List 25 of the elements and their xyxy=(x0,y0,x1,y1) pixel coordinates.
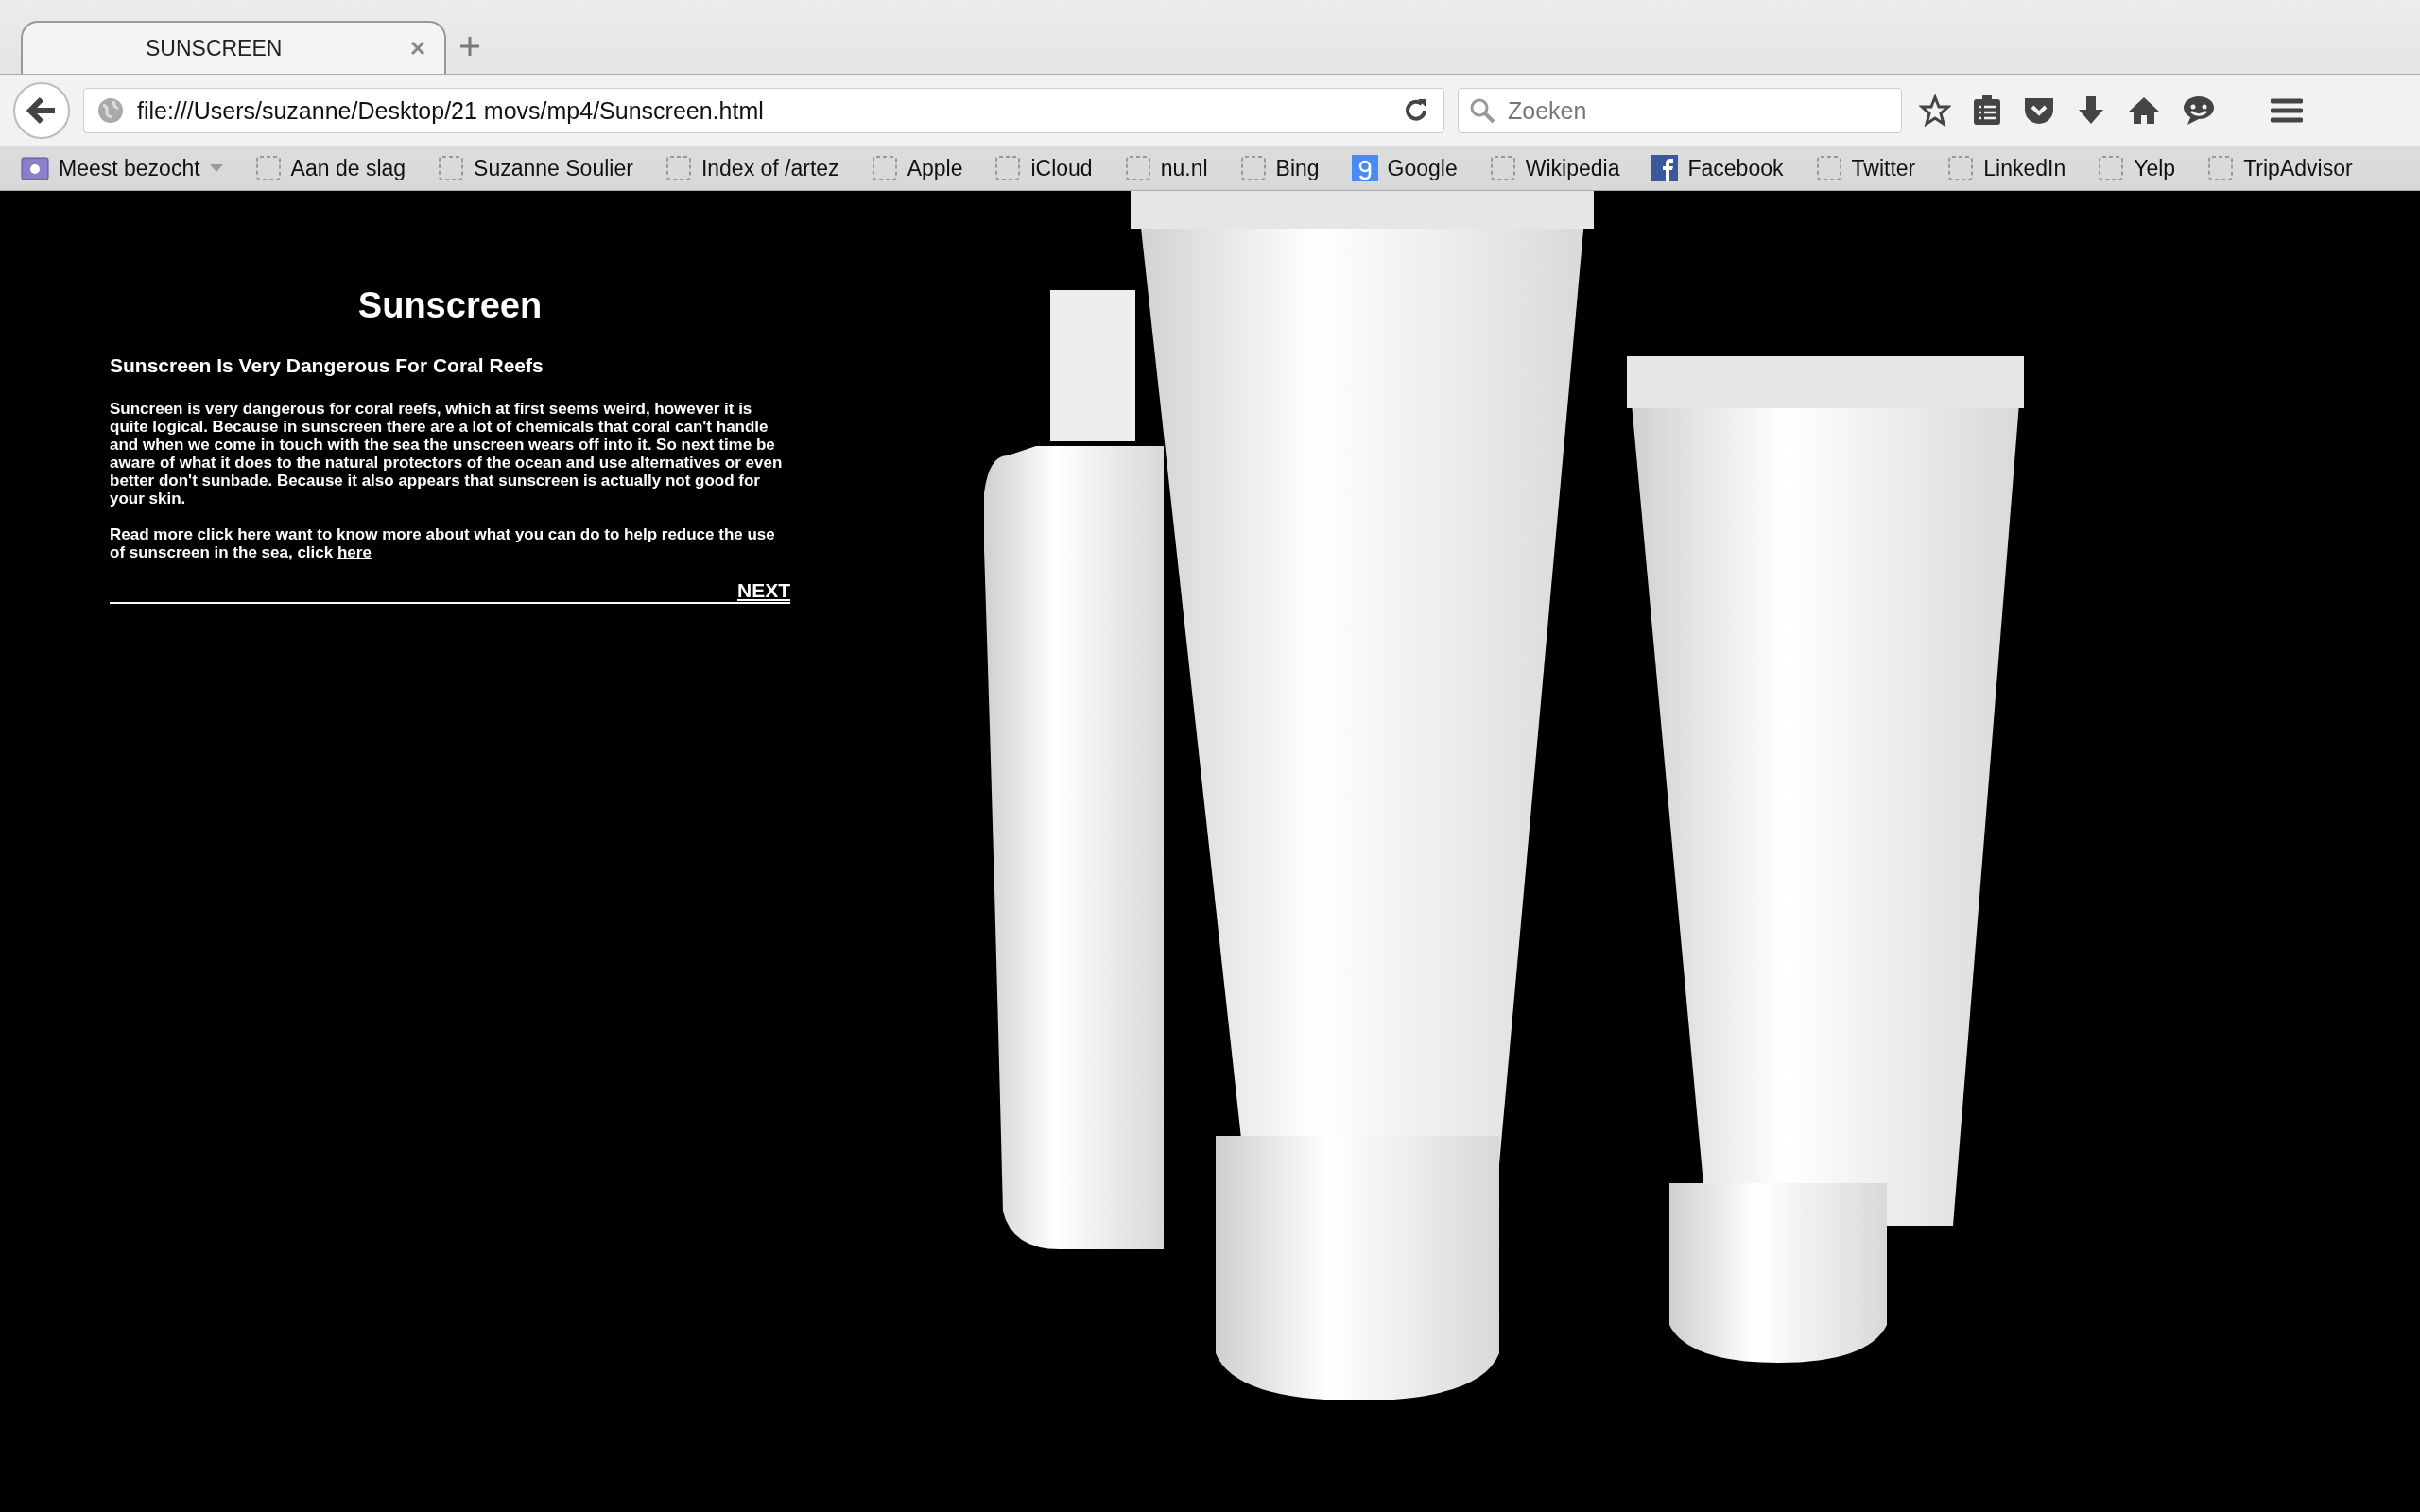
bookmark-link[interactable]: Yelp xyxy=(2098,155,2176,181)
bookmark-link[interactable]: Google xyxy=(1351,155,1458,181)
article-subtitle: Sunscreen Is Very Dangerous For Coral Reefs xyxy=(110,354,544,377)
bookmark-link[interactable]: LinkedIn xyxy=(1947,155,2066,181)
read-more-paragraph: Read more click here want to know more about what you can do to help reduce the use of sunscreen in the sea, click here xyxy=(110,525,776,561)
bookmark-link[interactable]: Wikipedia xyxy=(1489,155,1620,181)
bookmark-link[interactable]: Meest bezocht xyxy=(21,155,223,181)
bookmark-link[interactable]: Apple xyxy=(871,155,963,181)
bookmark-link[interactable]: Facebook xyxy=(1651,155,1784,181)
bookmark-link[interactable]: Suzanne Soulier xyxy=(438,155,633,181)
browser-tab[interactable]: SUNSCREEN xyxy=(21,21,446,74)
search-field[interactable]: Zoeken xyxy=(1458,88,1902,133)
bookmark-link[interactable]: Aan de slag xyxy=(254,155,406,181)
bookmark-link[interactable]: Twitter xyxy=(1815,155,1916,181)
here-link[interactable]: here xyxy=(337,543,372,561)
bookmark-link[interactable]: TripAdvisor xyxy=(2207,155,2353,181)
bookmark-link[interactable]: nu.nl xyxy=(1124,155,1208,181)
bookmark-link[interactable]: Index of /artez xyxy=(665,155,839,181)
bookmark-link[interactable]: Bing xyxy=(1239,155,1320,181)
article-paragraph: Suncreen is very dangerous for coral reefs, which at first seems weird, however it is quite logical. Because in sunscreen there are a lot of chemicals that coral can't handle and when we come in touch with the sea the unscreen wears off into it. So next time be aware of what it does to the natural protectors of the ocean and use alternatives or even better don't sunbade. Because it also appears that sunscreen is actually not good for your skin. xyxy=(110,400,784,507)
page-title: Sunscreen xyxy=(356,285,544,326)
next-link[interactable]: NEXT xyxy=(737,579,790,602)
address-bar[interactable]: file:///Users/suzanne/Desktop/21 movs/mp4/Sunscreen.html xyxy=(83,88,1444,133)
here-link[interactable]: here xyxy=(237,525,272,543)
bookmark-link[interactable]: iCloud xyxy=(994,155,1093,181)
